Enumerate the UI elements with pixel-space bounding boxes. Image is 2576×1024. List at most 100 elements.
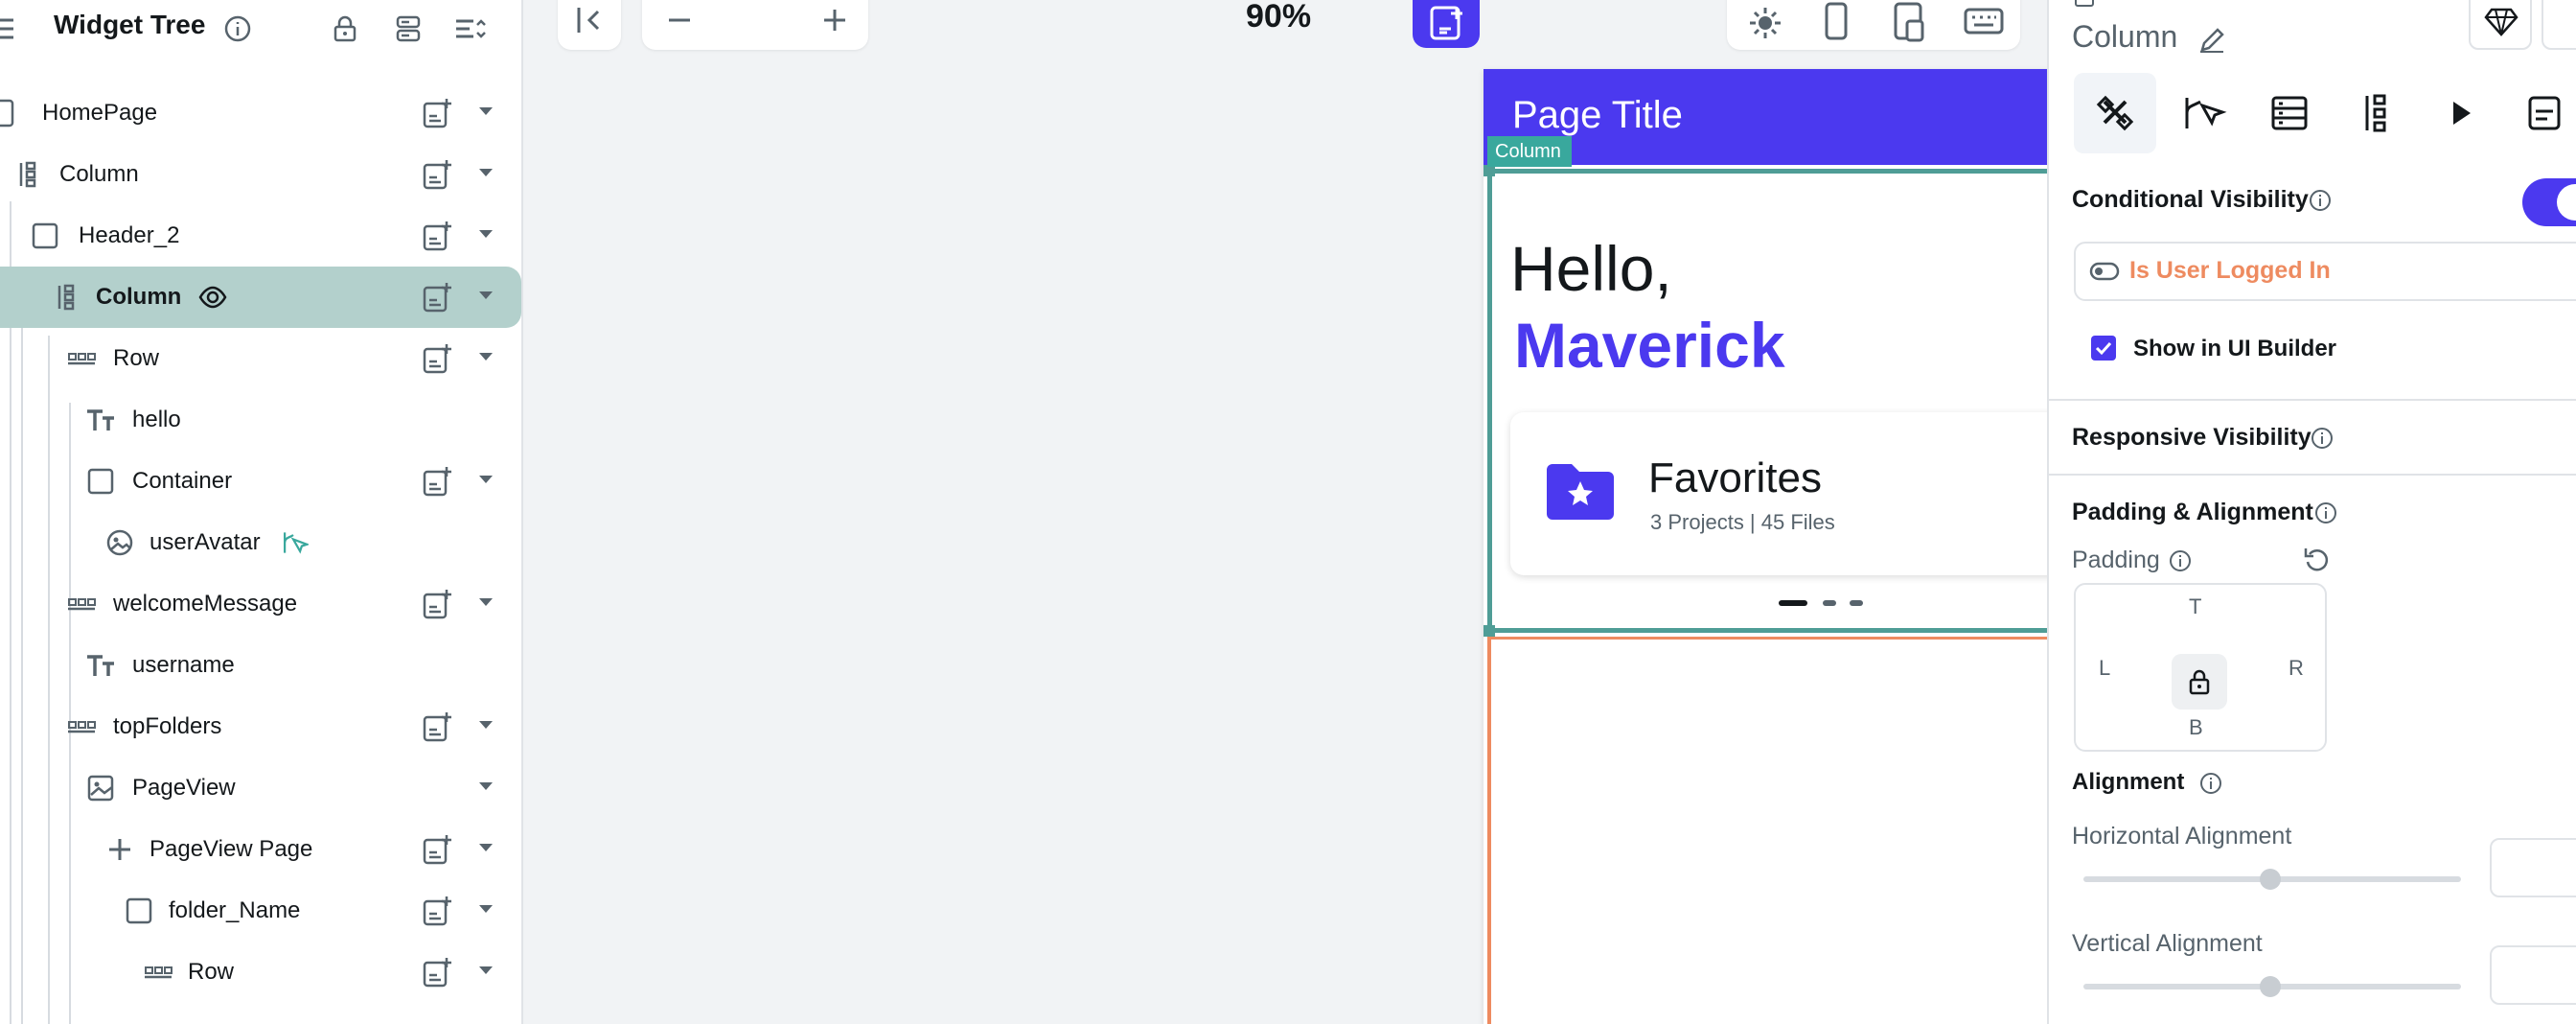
tab-backend-icon[interactable] — [2250, 73, 2327, 153]
tree-row-label: userAvatar — [150, 529, 261, 555]
tab-properties-icon[interactable] — [2078, 73, 2154, 153]
chevron-down-icon[interactable] — [479, 598, 493, 606]
info-icon[interactable] — [2310, 426, 2334, 451]
tree-row[interactable]: PageView Page — [0, 819, 521, 880]
info-icon[interactable] — [2313, 500, 2338, 525]
edit-icon[interactable] — [2196, 25, 2227, 56]
tree-row[interactable]: folder_Name — [0, 880, 521, 942]
chevron-down-icon[interactable] — [479, 844, 493, 851]
menu-icon[interactable] — [0, 12, 25, 46]
padding-lock-button[interactable] — [2172, 654, 2227, 710]
chevron-down-icon[interactable] — [479, 169, 493, 176]
add-child-icon[interactable] — [420, 710, 454, 744]
tree-row[interactable]: username — [0, 635, 521, 696]
collapse-icon[interactable] — [391, 12, 426, 46]
horizontal-alignment-slider[interactable] — [2083, 869, 2461, 890]
page-dot[interactable] — [1823, 600, 1836, 606]
keyboard-icon[interactable] — [1963, 2, 2005, 40]
chevron-down-icon[interactable] — [479, 230, 493, 238]
add-child-icon[interactable] — [420, 219, 454, 253]
sun-icon[interactable] — [1746, 4, 1784, 42]
info-icon[interactable] — [220, 12, 255, 46]
horizontal-alignment-value[interactable] — [2490, 838, 2576, 897]
tree-row[interactable]: Column — [0, 144, 521, 205]
tree-row[interactable]: topFolders — [0, 696, 521, 757]
resize-handle[interactable] — [1484, 625, 1495, 637]
widget-tree-panel: Widget Tree HomePage Column Header_2 Column… — [0, 0, 523, 1024]
chevron-down-icon[interactable] — [479, 905, 493, 913]
tree-row-label: Column — [96, 284, 182, 310]
username-text[interactable]: Maverick — [1514, 309, 1785, 382]
action-branch-icon[interactable] — [278, 527, 309, 558]
card-subtitle: 3 Projects | 45 Files — [1650, 510, 1835, 534]
responsive-visibility-label[interactable]: Responsive Visibility — [2072, 424, 2312, 452]
add-widget-button[interactable] — [1413, 0, 1480, 48]
tree-row[interactable]: HomePage — [0, 82, 521, 144]
tablet-device-icon[interactable] — [1890, 0, 1928, 42]
premium-button[interactable] — [2469, 0, 2532, 50]
sort-icon[interactable] — [452, 12, 487, 46]
tree-row[interactable]: Header_2 — [0, 205, 521, 267]
tree-row[interactable]: welcomeMessage — [0, 573, 521, 635]
page-dot[interactable] — [1850, 600, 1863, 606]
add-child-icon[interactable] — [420, 894, 454, 928]
add-child-icon[interactable] — [420, 587, 454, 621]
tree-row[interactable]: userAvatar — [0, 512, 521, 573]
info-icon[interactable] — [2308, 188, 2333, 213]
vertical-alignment-value[interactable] — [2490, 945, 2576, 1005]
padding-bottom[interactable]: B — [2189, 715, 2203, 740]
chevron-down-icon[interactable] — [479, 476, 493, 483]
zoom-out-icon[interactable] — [663, 4, 696, 36]
padding-top[interactable]: T — [2189, 594, 2201, 619]
tab-column-icon[interactable] — [2336, 73, 2413, 153]
hello-text[interactable]: Hello, — [1510, 232, 1672, 305]
padding-left[interactable]: L — [2099, 656, 2110, 681]
tree-row[interactable]: PageView — [0, 757, 521, 819]
favorites-card[interactable]: Favorites 3 Projects | 45 Files — [1510, 412, 2129, 575]
ai-button[interactable] — [2542, 0, 2576, 50]
tree-row[interactable]: Container — [0, 451, 521, 512]
padding-right[interactable]: R — [2288, 656, 2304, 681]
chevron-down-icon[interactable] — [479, 107, 493, 115]
add-child-icon[interactable] — [420, 464, 454, 499]
zoom-in-icon[interactable] — [818, 4, 851, 36]
tab-notes-icon[interactable] — [2507, 73, 2576, 153]
add-child-icon[interactable] — [420, 832, 454, 867]
show-in-builder-checkbox[interactable] — [2091, 336, 2116, 361]
conditional-visibility-toggle[interactable] — [2522, 178, 2576, 226]
page-indicator[interactable] — [1779, 598, 1865, 608]
info-icon[interactable] — [2168, 548, 2193, 573]
container-icon — [87, 468, 114, 495]
chevron-down-icon[interactable] — [479, 782, 493, 790]
add-child-icon[interactable] — [420, 341, 454, 376]
add-child-icon[interactable] — [420, 280, 454, 314]
condition-field[interactable]: Is User Logged In — [2074, 242, 2576, 301]
chevron-down-icon[interactable] — [479, 721, 493, 729]
reset-icon[interactable] — [2302, 545, 2333, 575]
vertical-alignment-slider[interactable] — [2083, 976, 2461, 997]
app-window: Widget Tree HomePage Column Header_2 Column… — [0, 0, 2576, 1024]
slider-thumb[interactable] — [2260, 976, 2281, 997]
tab-play-icon[interactable] — [2423, 73, 2499, 153]
zoom-value[interactable]: 90% — [1246, 0, 1311, 35]
tree-row[interactable]: Column — [0, 267, 521, 328]
chevron-down-icon[interactable] — [479, 353, 493, 361]
chevron-down-icon[interactable] — [479, 291, 493, 299]
phone-device-icon[interactable] — [1817, 0, 1855, 42]
page-dot-active[interactable] — [1779, 600, 1807, 606]
slider-thumb[interactable] — [2260, 869, 2281, 890]
add-child-icon[interactable] — [420, 157, 454, 192]
lock-icon[interactable] — [328, 12, 362, 46]
tree-row[interactable]: hello — [0, 389, 521, 451]
tree-row[interactable]: Row — [0, 942, 521, 1003]
add-child-icon[interactable] — [420, 96, 454, 130]
chevron-down-icon[interactable] — [479, 966, 493, 974]
eye-icon[interactable] — [197, 282, 228, 313]
tab-actions-icon[interactable] — [2162, 73, 2239, 153]
add-child-icon[interactable] — [420, 955, 454, 989]
padding-alignment-label[interactable]: Padding & Alignment — [2072, 499, 2313, 526]
widget-name[interactable]: Column — [2072, 19, 2177, 55]
tree-row[interactable]: Row — [0, 328, 521, 389]
info-icon[interactable] — [2198, 771, 2223, 796]
collapse-panel-button[interactable] — [558, 0, 621, 50]
